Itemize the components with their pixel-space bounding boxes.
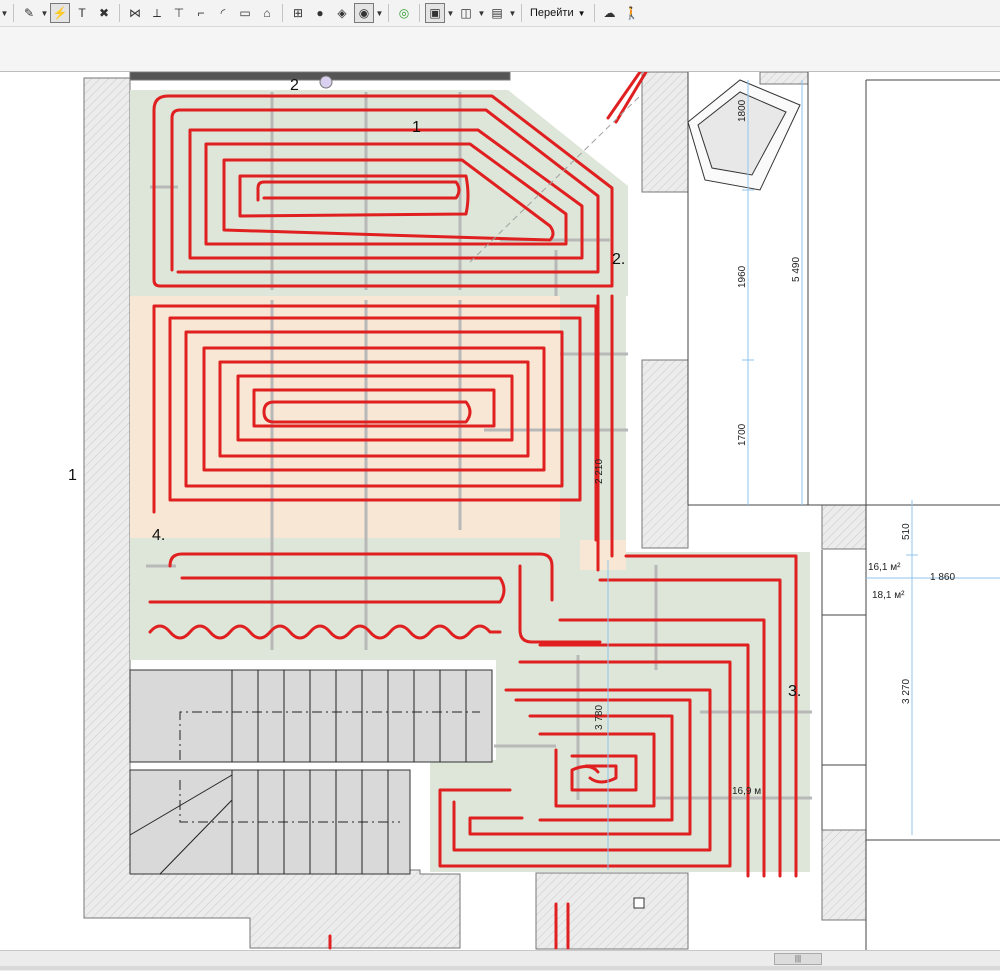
drain-marker-icon — [633, 897, 645, 909]
dim-text: 5 490 — [791, 257, 802, 282]
bottom-tab-strip — [0, 966, 1000, 970]
dropdown-arrow-icon[interactable]: ▼ — [477, 3, 486, 23]
toolbar-separator — [119, 4, 120, 22]
pencil-tool-icon[interactable]: ✎ — [19, 3, 39, 23]
zone-connector — [580, 540, 626, 570]
toolbar-separator — [419, 4, 420, 22]
walk-icon[interactable]: 🚶 — [622, 3, 642, 23]
detail-icon[interactable]: ⊞ — [288, 3, 308, 23]
drawing-canvas[interactable]: 1 2 1 2. 3. 4. 1800 1960 5 490 1700 510 … — [0, 72, 1000, 950]
dim-text: 3 270 — [901, 679, 912, 704]
dim-text: 510 — [901, 523, 912, 540]
wall-column-right — [821, 504, 867, 550]
dropdown-arrow-icon[interactable]: ▼ — [446, 3, 455, 23]
zone-label-1: 1 — [412, 119, 421, 136]
group-icon[interactable]: ▭ — [235, 3, 255, 23]
pipe-length-text: 16,9 м — [732, 786, 761, 797]
marker-icon[interactable]: ● — [310, 3, 330, 23]
floor-plan-drawing: 1 2 1 2. 3. 4. 1800 1960 5 490 1700 510 … — [68, 72, 1000, 950]
toolbar-separator — [521, 4, 522, 22]
text-tool-icon[interactable]: T — [72, 3, 92, 23]
wall-lower-right — [821, 829, 867, 921]
adjust-icon[interactable]: ⊤ — [169, 3, 189, 23]
toolbar-separator — [13, 4, 14, 22]
info-box-panel — [0, 27, 1000, 72]
dropdown-arrow-icon[interactable]: ▼ — [40, 3, 49, 23]
dropdown-arrow-icon[interactable]: ▼ — [375, 3, 384, 23]
dropdown-arrow-icon[interactable]: ▼ — [508, 3, 517, 23]
dim-text: 3 780 — [594, 705, 605, 730]
wall-column-mid — [641, 359, 689, 549]
dim-text: 1800 — [737, 99, 748, 122]
wall-column-top — [641, 72, 689, 193]
wall-top — [129, 72, 511, 81]
zone-label-2: 2. — [612, 251, 625, 268]
delete-icon[interactable]: ✖ — [94, 3, 114, 23]
toolbar-separator — [388, 4, 389, 22]
plan-icon[interactable]: ▣ — [425, 3, 445, 23]
area-text: 18,1 м² — [872, 590, 905, 601]
stair-upper-flight — [129, 669, 493, 763]
layer-icon[interactable]: ◈ — [332, 3, 352, 23]
chevron-down-icon: ▼ — [577, 8, 586, 18]
goto-menu-label: Перейти — [530, 7, 574, 19]
toolbar-separator — [593, 4, 595, 22]
toolbar-separator — [282, 4, 283, 22]
split-icon[interactable]: ⋈ — [125, 3, 145, 23]
dim-text: 1960 — [737, 265, 748, 288]
camera-marker-icon[interactable] — [319, 75, 333, 89]
dropdown-arrow-icon[interactable]: ▼ — [0, 3, 9, 23]
trim-icon[interactable]: ⟂ — [147, 3, 167, 23]
view-icon[interactable]: ◉ — [354, 3, 374, 23]
room-number-1: 1 — [68, 467, 77, 484]
wall-bottom-block — [535, 872, 689, 950]
dim-text: 1700 — [737, 423, 748, 446]
target-icon[interactable]: ◎ — [394, 3, 414, 23]
offset-icon[interactable]: ⌐ — [191, 3, 211, 23]
wall-top-right — [759, 72, 809, 85]
dim-text: 1 860 — [930, 572, 955, 583]
goto-menu[interactable]: Перейти ▼ — [526, 7, 590, 19]
scrollbar-thumb[interactable]: ||| — [774, 953, 822, 965]
navigator-icon[interactable]: ☁ — [600, 3, 620, 23]
section-icon[interactable]: ◫ — [456, 3, 476, 23]
fireplace-unit — [687, 79, 801, 191]
dim-text: 2 210 — [594, 459, 605, 484]
layout-icon[interactable]: ▤ — [487, 3, 507, 23]
zone-label-3: 3. — [788, 683, 801, 700]
magic-wand-icon[interactable]: ⚡ — [50, 3, 70, 23]
zone-label-4: 4. — [152, 527, 165, 544]
room-number-2: 2 — [290, 77, 299, 94]
area-text: 16,1 м² — [868, 562, 901, 573]
fillet-icon[interactable]: ◜ — [213, 3, 233, 23]
main-toolbar: ▼ ✎ ▼ ⚡ T ✖ ⋈ ⟂ ⊤ ⌐ ◜ ▭ ⌂ ⊞ ● ◈ ◉ ▼ ◎ ▣ … — [0, 0, 1000, 27]
house-icon[interactable]: ⌂ — [257, 3, 277, 23]
